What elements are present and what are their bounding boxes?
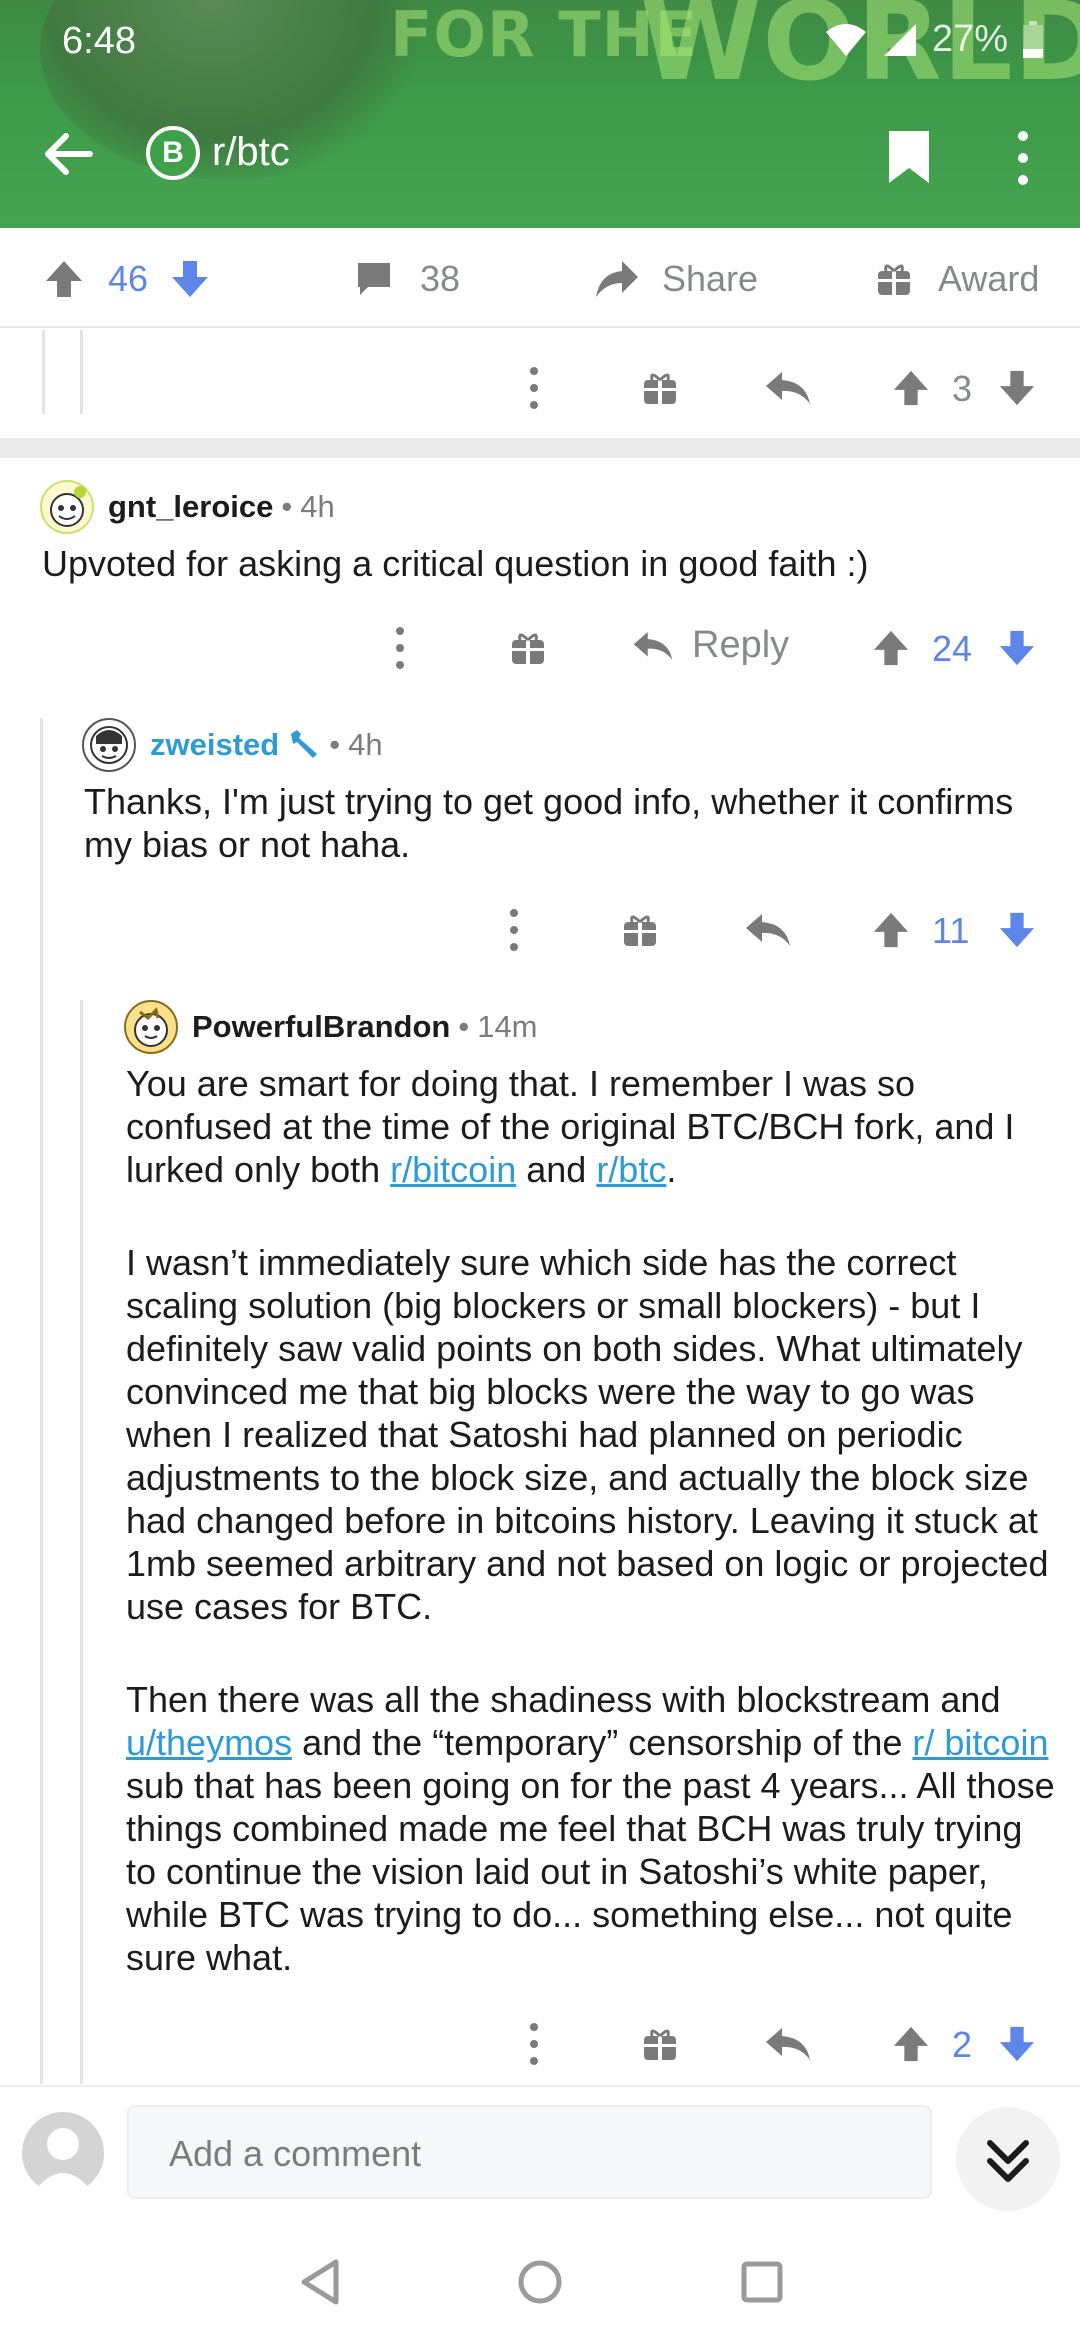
- comment-time: 4h: [300, 489, 335, 524]
- gift-icon[interactable]: [640, 2024, 680, 2064]
- comment-header: gnt_leroice • 4h: [40, 480, 335, 534]
- upvote-icon[interactable]: [44, 259, 84, 299]
- vote-count: 3: [952, 368, 973, 409]
- bookmark-icon[interactable]: [886, 128, 932, 186]
- comment-body: Upvoted for asking a critical question i…: [42, 543, 869, 584]
- share-icon: [596, 261, 638, 297]
- avatar[interactable]: [40, 480, 94, 534]
- gift-icon[interactable]: [508, 628, 548, 668]
- comment-actions: Reply 24: [0, 618, 1080, 678]
- comment-body: Thanks, I'm just trying to get good info…: [84, 781, 1014, 865]
- post-vote-count: 46: [108, 258, 149, 299]
- avatar[interactable]: [82, 718, 136, 772]
- post-vote: 46: [44, 258, 210, 300]
- upvote-icon[interactable]: [892, 368, 930, 408]
- reply-icon[interactable]: [764, 2024, 812, 2064]
- thread-line: [80, 1000, 83, 2084]
- gift-icon: [878, 264, 910, 295]
- downvote-icon[interactable]: [998, 2024, 1036, 2064]
- comment-paragraph: Then there was all the shadiness with bl…: [126, 1679, 1055, 1978]
- comment-header: zweisted • 4h: [82, 718, 383, 772]
- gift-icon[interactable]: [640, 368, 680, 408]
- separator-dot: •: [281, 489, 293, 524]
- username[interactable]: zweisted: [150, 727, 279, 763]
- reply-icon: [633, 631, 673, 660]
- comment-composer-bar: Add a comment: [0, 2085, 1080, 2218]
- comment-icon: [358, 263, 390, 295]
- system-navigation-bar: [0, 2218, 1080, 2340]
- vote-count: 2: [952, 2024, 973, 2065]
- wifi-icon: [825, 23, 866, 56]
- subreddit-link[interactable]: r/btc: [596, 1149, 666, 1190]
- more-options-icon[interactable]: [528, 366, 540, 410]
- comment-time: 14m: [477, 1009, 538, 1044]
- double-chevron-down-icon: [987, 2140, 1029, 2182]
- more-options-icon[interactable]: [528, 2022, 540, 2066]
- comments-button[interactable]: 38: [354, 258, 460, 300]
- nav-home-icon[interactable]: [516, 2258, 564, 2306]
- collapse-thread-button[interactable]: [956, 2107, 1060, 2211]
- gift-icon[interactable]: [620, 910, 660, 950]
- thread-separator: [0, 438, 1080, 458]
- downvote-icon[interactable]: [170, 259, 210, 299]
- share-label: Share: [662, 258, 759, 299]
- comment-body: You are smart for doing that. I remember…: [126, 1062, 1062, 2029]
- more-options-icon[interactable]: [394, 626, 406, 670]
- more-menu-icon[interactable]: [1012, 128, 1034, 188]
- subreddit-header: FOR THE WORLD? 6:48 27% B r/btc: [0, 0, 1080, 228]
- comment-header: PowerfulBrandon • 14m: [124, 1000, 538, 1054]
- award-label: Award: [938, 258, 1040, 299]
- downvote-icon[interactable]: [998, 628, 1036, 668]
- subreddit-name[interactable]: r/btc: [212, 130, 290, 175]
- nav-back-icon[interactable]: [298, 2258, 342, 2306]
- status-bar: 6:48 27%: [0, 0, 1080, 80]
- downvote-icon[interactable]: [998, 368, 1036, 408]
- username[interactable]: PowerfulBrandon: [192, 1009, 450, 1045]
- moderator-wrench-icon: [291, 730, 318, 758]
- signal-icon: [883, 23, 916, 56]
- vote-count: 24: [932, 628, 973, 669]
- reply-icon[interactable]: [744, 910, 792, 950]
- subreddit-link[interactable]: r/ bitcoin: [912, 1722, 1048, 1763]
- add-comment-input[interactable]: Add a comment: [127, 2105, 932, 2199]
- upvote-icon[interactable]: [872, 628, 910, 668]
- upvote-icon[interactable]: [892, 2024, 930, 2064]
- comment-actions: 11: [0, 900, 1080, 960]
- comment-paragraph: You are smart for doing that. I remember…: [126, 1063, 1015, 1190]
- downvote-icon[interactable]: [998, 910, 1036, 950]
- back-arrow-icon[interactable]: [40, 126, 96, 182]
- upvote-icon[interactable]: [872, 910, 910, 950]
- reply-button[interactable]: Reply: [632, 624, 789, 667]
- username[interactable]: gnt_leroice: [108, 489, 273, 525]
- more-options-icon[interactable]: [508, 908, 520, 952]
- post-action-bar: 46 38 Share Award: [0, 228, 1080, 328]
- avatar[interactable]: [124, 1000, 178, 1054]
- separator-dot: •: [329, 727, 341, 762]
- subreddit-icon[interactable]: B: [146, 126, 200, 180]
- user-avatar[interactable]: [22, 2112, 104, 2194]
- comment-time: 4h: [348, 727, 383, 762]
- status-time: 6:48: [62, 20, 136, 62]
- subreddit-link[interactable]: r/bitcoin: [390, 1149, 516, 1190]
- share-button[interactable]: Share: [594, 258, 758, 300]
- battery-icon: [1023, 20, 1043, 58]
- reply-icon[interactable]: [764, 368, 812, 408]
- comment-count: 38: [420, 258, 461, 299]
- nav-recents-icon[interactable]: [740, 2260, 784, 2304]
- user-link[interactable]: u/theymos: [126, 1722, 292, 1763]
- comment-actions: 2: [0, 2014, 1080, 2074]
- comment-actions: 3: [0, 358, 1080, 418]
- reply-label: Reply: [692, 624, 790, 666]
- vote-count: 11: [932, 910, 970, 951]
- comment-paragraph: I wasn’t immediately sure which side has…: [126, 1242, 1049, 1627]
- battery-percent: 27%: [931, 18, 1008, 60]
- separator-dot: •: [458, 1009, 470, 1044]
- award-button[interactable]: Award: [874, 258, 1039, 300]
